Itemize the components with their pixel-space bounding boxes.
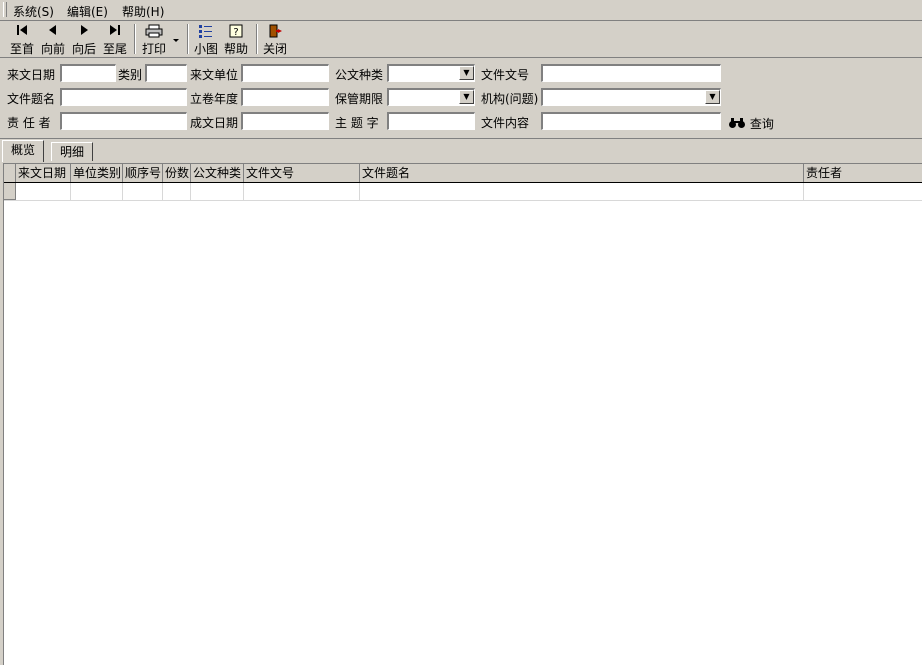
column-header-responsible[interactable]: 责任者: [804, 164, 922, 182]
doc-number-field[interactable]: [541, 64, 721, 82]
responsible-label: 责 任 者: [7, 116, 51, 130]
column-header-sequence-no[interactable]: 顺序号: [123, 164, 163, 182]
help-label: 帮助: [223, 42, 248, 56]
subject-field[interactable]: [387, 112, 475, 130]
binoculars-icon: [729, 118, 745, 128]
table-cell[interactable]: [16, 183, 71, 200]
table-cell[interactable]: [244, 183, 360, 200]
toolbar: 至首 向前 向后 至尾 打印 小图 ? 帮助 关闭: [0, 21, 922, 58]
category-label: 类别: [118, 68, 143, 82]
close-label: 关闭: [262, 42, 287, 56]
sender-unit-field[interactable]: [241, 64, 329, 82]
first-record-button[interactable]: 至首: [8, 24, 36, 56]
search-label: 查询: [749, 117, 774, 131]
next-record-button[interactable]: 向后: [70, 24, 98, 56]
org-label: 机构(问题): [481, 92, 539, 106]
menu-edit[interactable]: 编辑(E): [67, 3, 108, 20]
search-button[interactable]: 查询: [728, 115, 774, 132]
content-field[interactable]: [541, 112, 721, 130]
doc-title-field[interactable]: [60, 88, 187, 106]
first-record-label: 至首: [9, 42, 34, 56]
org-select[interactable]: ▼: [541, 88, 721, 106]
chevron-down-icon[interactable]: ▼: [459, 90, 474, 104]
doc-type-select[interactable]: ▼: [387, 64, 475, 82]
table-cell[interactable]: [71, 183, 123, 200]
print-dropdown-button[interactable]: [171, 24, 181, 56]
small-icon-button[interactable]: 小图: [192, 24, 220, 56]
column-header-doc-type[interactable]: 公文种类: [191, 164, 244, 182]
last-record-label: 至尾: [102, 42, 127, 56]
subject-label: 主 题 字: [335, 116, 379, 130]
column-header-arrival-date[interactable]: 来文日期: [16, 164, 71, 182]
doc-title-label: 文件题名: [7, 92, 56, 106]
tab-detail[interactable]: 明细: [51, 142, 94, 161]
print-label: 打印: [141, 42, 166, 56]
table-cell[interactable]: [163, 183, 191, 200]
data-grid[interactable]: 来文日期 单位类别 顺序号 份数 公文种类 文件文号 文件题名 责任者: [3, 163, 922, 665]
small-icon-label: 小图: [193, 42, 218, 56]
chevron-down-icon: [171, 32, 181, 47]
arrival-date-field[interactable]: [60, 64, 116, 82]
first-record-icon: [8, 24, 36, 39]
row-indicator[interactable]: [4, 183, 16, 200]
table-cell[interactable]: [123, 183, 163, 200]
small-icons-view-icon: [192, 24, 220, 39]
help-icon: ?: [222, 24, 250, 39]
filing-year-label: 立卷年度: [190, 92, 239, 106]
chevron-down-icon[interactable]: ▼: [705, 90, 720, 104]
next-record-label: 向后: [71, 42, 96, 56]
print-button[interactable]: 打印: [139, 24, 169, 56]
created-date-field[interactable]: [241, 112, 329, 130]
table-row[interactable]: [4, 183, 922, 201]
menu-help[interactable]: 帮助(H): [122, 3, 164, 20]
last-record-button[interactable]: 至尾: [101, 24, 129, 56]
next-record-icon: [70, 24, 98, 39]
doc-number-label: 文件文号: [481, 68, 530, 82]
toolbar-separator: [134, 24, 136, 54]
created-date-label: 成文日期: [190, 116, 239, 130]
retention-label: 保管期限: [335, 92, 384, 106]
prev-record-icon: [39, 24, 67, 39]
chevron-down-icon[interactable]: ▼: [459, 66, 474, 80]
svg-text:?: ?: [233, 27, 238, 38]
doc-type-label: 公文种类: [335, 68, 384, 82]
tab-strip: 概览 明细: [0, 140, 922, 162]
exit-door-icon: [261, 24, 289, 39]
sender-unit-label: 来文单位: [190, 68, 239, 82]
grid-corner: [4, 164, 16, 182]
column-header-unit-category[interactable]: 单位类别: [71, 164, 123, 182]
toolbar-separator: [187, 24, 189, 54]
tab-overview[interactable]: 概览: [2, 140, 45, 162]
prev-record-button[interactable]: 向前: [39, 24, 67, 56]
last-record-icon: [101, 24, 129, 39]
table-cell[interactable]: [804, 183, 922, 200]
column-header-copies[interactable]: 份数: [163, 164, 191, 182]
close-button[interactable]: 关闭: [261, 24, 289, 56]
prev-record-label: 向前: [40, 42, 65, 56]
table-cell[interactable]: [191, 183, 244, 200]
menu-system[interactable]: 系统(S): [13, 3, 54, 20]
toolbar-separator: [256, 24, 258, 54]
printer-icon: [139, 24, 169, 39]
column-header-doc-number[interactable]: 文件文号: [244, 164, 360, 182]
category-field[interactable]: [145, 64, 187, 82]
column-header-doc-title[interactable]: 文件题名: [360, 164, 804, 182]
responsible-field[interactable]: [60, 112, 187, 130]
table-cell[interactable]: [360, 183, 804, 200]
grid-header: 来文日期 单位类别 顺序号 份数 公文种类 文件文号 文件题名 责任者: [4, 164, 922, 183]
menubar: 系统(S) 编辑(E) 帮助(H): [0, 0, 922, 21]
help-button[interactable]: ? 帮助: [222, 24, 250, 56]
arrival-date-label: 来文日期: [7, 68, 56, 82]
filing-year-field[interactable]: [241, 88, 329, 106]
content-label: 文件内容: [481, 116, 530, 130]
menubar-grip: [3, 2, 7, 17]
retention-select[interactable]: ▼: [387, 88, 475, 106]
